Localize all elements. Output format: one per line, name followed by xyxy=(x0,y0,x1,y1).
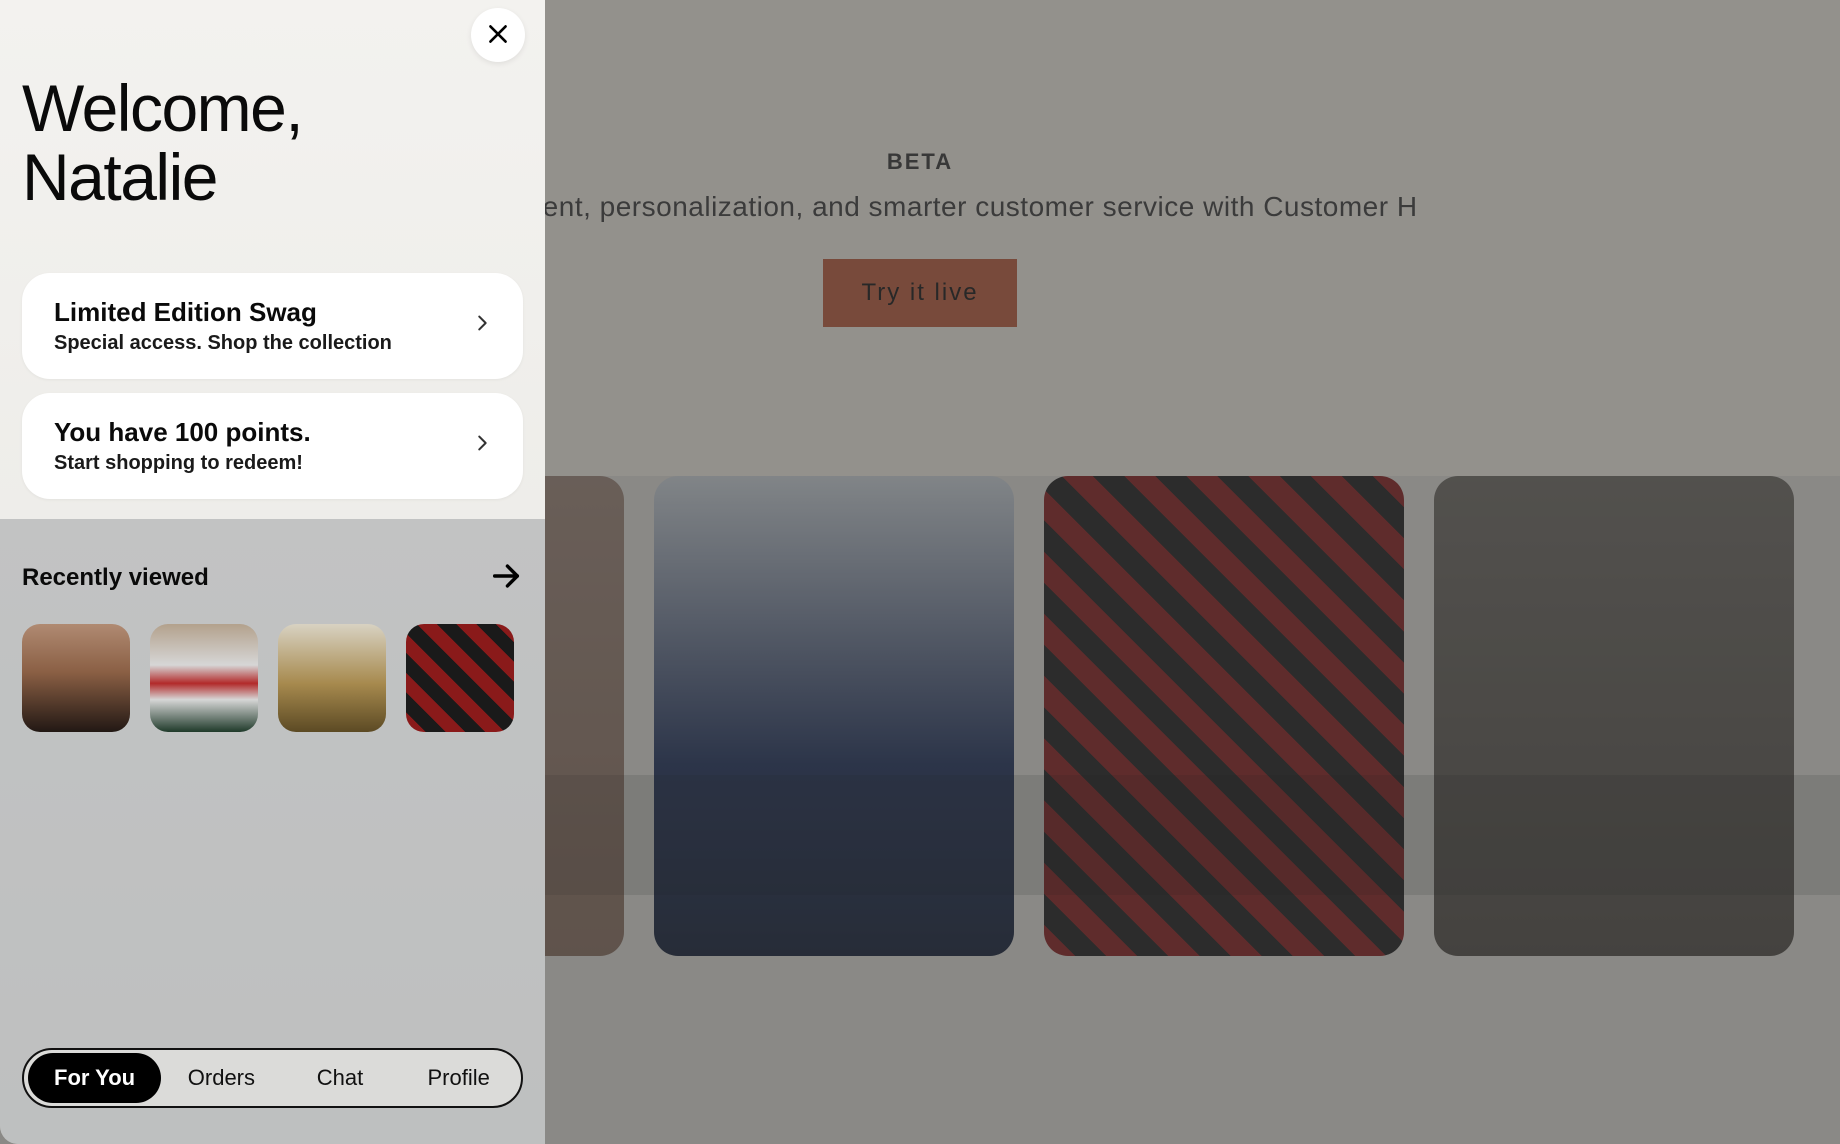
nav-tab-profile[interactable]: Profile xyxy=(400,1053,517,1103)
promo-card-swag[interactable]: Limited Edition Swag Special access. Sho… xyxy=(22,273,523,379)
bottom-nav: For You Orders Chat Profile xyxy=(22,1048,523,1108)
welcome-heading: Welcome, Natalie xyxy=(0,0,545,213)
chevron-right-icon xyxy=(471,312,493,339)
arrow-right-icon[interactable] xyxy=(489,559,523,598)
chevron-right-icon xyxy=(471,432,493,459)
close-button[interactable] xyxy=(471,8,525,62)
nav-tab-chat[interactable]: Chat xyxy=(282,1053,399,1103)
recently-viewed-list xyxy=(22,624,523,732)
welcome-line1: Welcome, xyxy=(22,71,302,145)
promo-card-points[interactable]: You have 100 points. Start shopping to r… xyxy=(22,393,523,499)
card-title: Limited Edition Swag xyxy=(54,297,459,328)
customer-hub-panel: Welcome, Natalie Limited Edition Swag Sp… xyxy=(0,0,545,1144)
promo-cards: Limited Edition Swag Special access. Sho… xyxy=(0,213,545,499)
recently-viewed-title: Recently viewed xyxy=(22,564,209,592)
nav-tab-orders[interactable]: Orders xyxy=(163,1053,280,1103)
recently-viewed-item[interactable] xyxy=(406,624,514,732)
nav-tab-for-you[interactable]: For You xyxy=(28,1053,161,1103)
recently-viewed-item[interactable] xyxy=(22,624,130,732)
card-title: You have 100 points. xyxy=(54,417,459,448)
recently-viewed-item[interactable] xyxy=(150,624,258,732)
card-subtitle: Special access. Shop the collection xyxy=(54,332,459,355)
recently-viewed-item[interactable] xyxy=(278,624,386,732)
welcome-line2: Natalie xyxy=(22,140,217,214)
card-subtitle: Start shopping to redeem! xyxy=(54,452,459,475)
close-icon xyxy=(485,21,511,50)
